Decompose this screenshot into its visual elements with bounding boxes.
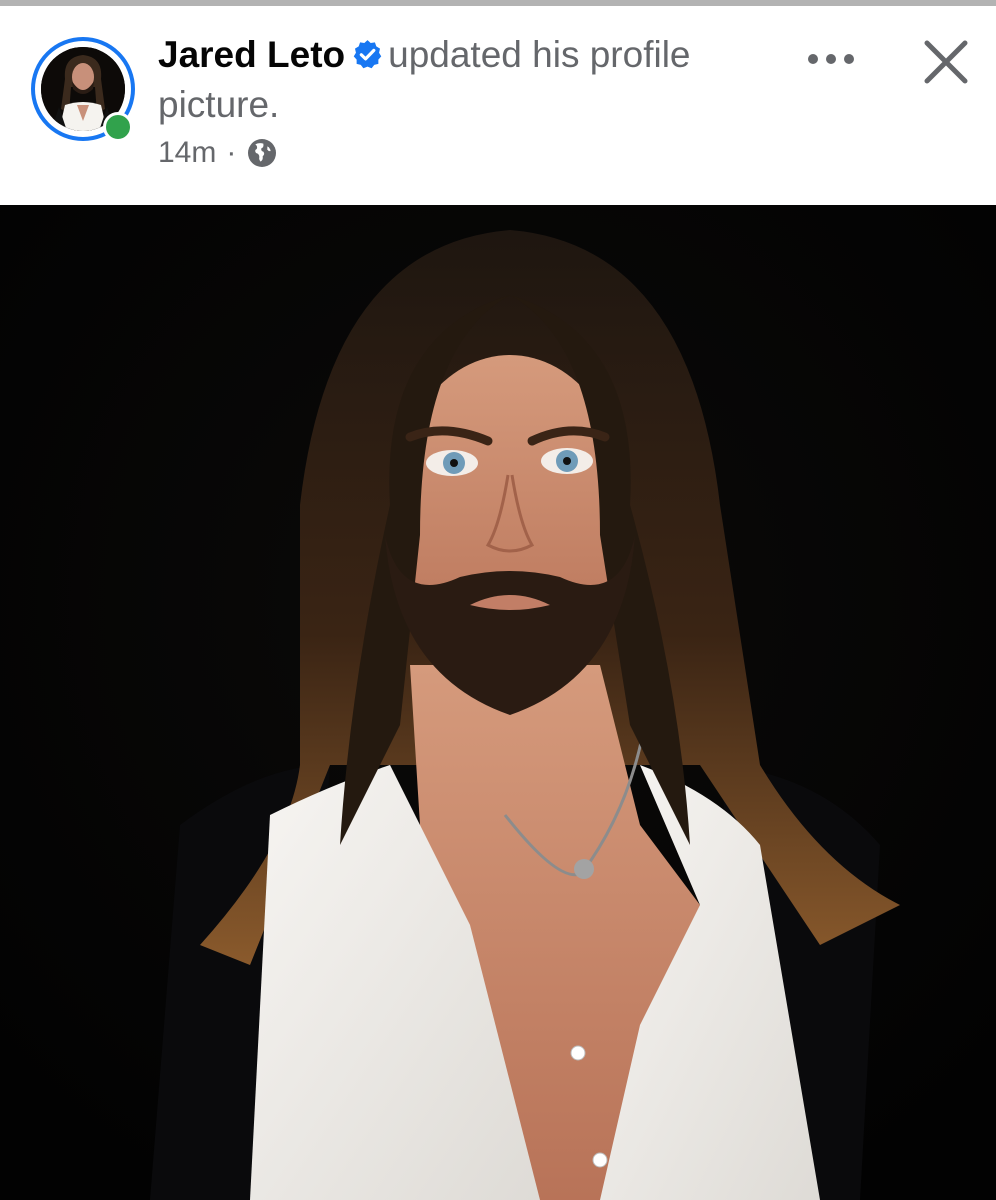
globe-icon (246, 137, 278, 169)
meta-separator: · (226, 136, 237, 169)
profile-photo[interactable] (0, 205, 996, 1200)
close-button[interactable] (916, 32, 976, 92)
author-name[interactable]: Jared Leto (158, 34, 345, 75)
verified-badge-icon (351, 34, 384, 69)
post-meta: 14m · (158, 136, 278, 170)
profile-photo-image (0, 205, 996, 1200)
post-headline: Jared Leto updated his profile picture. (158, 30, 778, 130)
timestamp[interactable]: 14m (158, 136, 216, 170)
more-horizontal-icon (808, 54, 854, 64)
close-icon (924, 40, 968, 84)
online-status-dot (103, 112, 133, 142)
more-options-button[interactable] (800, 36, 862, 82)
post-header: Jared Leto updated his profile picture. 1… (0, 6, 996, 205)
